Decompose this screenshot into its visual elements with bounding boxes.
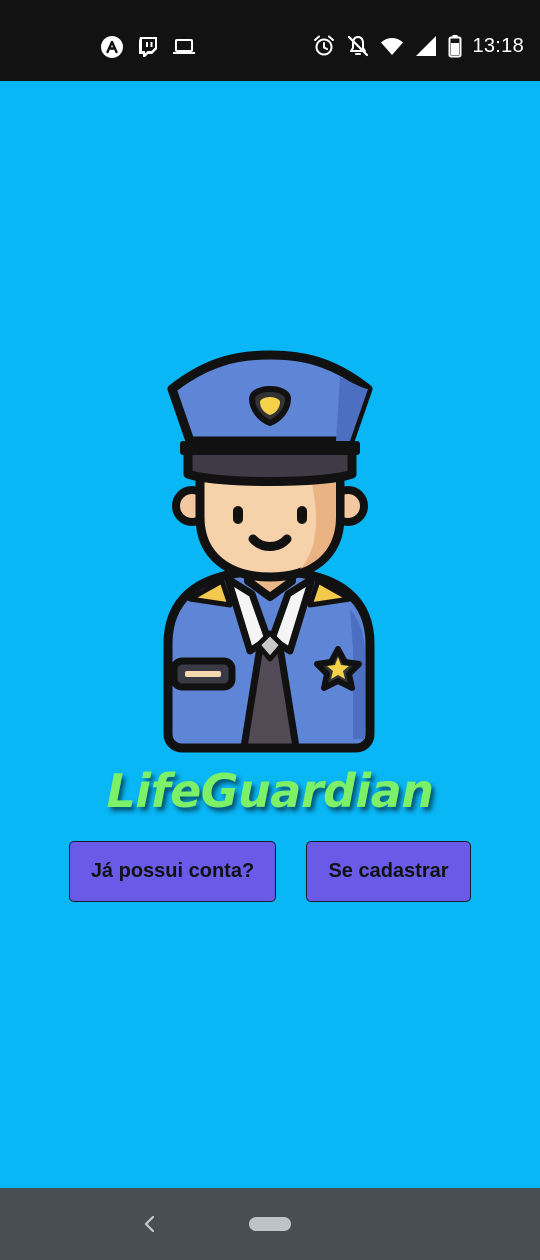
notifications-off-icon [346,34,370,58]
signal-icon [414,34,438,58]
signup-button[interactable]: Se cadastrar [306,841,471,902]
police-officer-icon [150,349,390,759]
twitch-icon [136,35,160,59]
login-button[interactable]: Já possui conta? [69,841,276,902]
home-pill-icon[interactable] [249,1217,291,1231]
app-title: LifeGuardian [106,764,434,818]
alarm-icon [312,34,336,58]
back-icon[interactable] [140,1212,160,1236]
status-bar-right-icons: 13:18 [312,34,524,58]
status-time: 13:18 [472,34,524,57]
laptop-icon [172,35,196,59]
status-bar-left-icons [100,35,196,59]
battery-icon [448,34,462,58]
wifi-icon [380,34,404,58]
navigation-bar [0,1188,540,1260]
status-bar: 13:18 [0,0,540,81]
arc-app-icon [100,35,124,59]
welcome-screen: LifeGuardian Já possui conta? Se cadastr… [0,81,540,1188]
